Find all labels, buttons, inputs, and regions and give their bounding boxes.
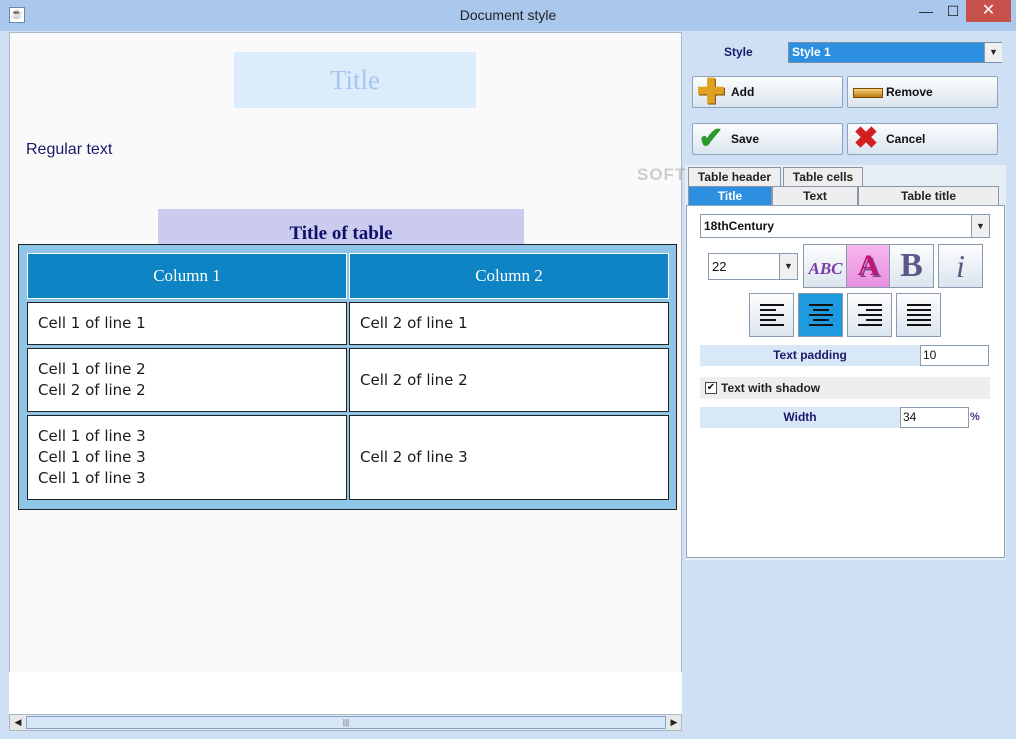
add-button-label: Add (731, 85, 755, 99)
align-center-button[interactable] (798, 293, 843, 337)
tab-text[interactable]: Text (772, 186, 858, 206)
cell-line: Cell 1 of line 2 (38, 360, 146, 378)
cell-line: Cell 1 of line 3 (38, 448, 146, 466)
preview-regular-text: Regular text (26, 141, 113, 158)
style-dropdown-value: Style 1 (792, 45, 831, 59)
tab-table-header[interactable]: Table header (688, 167, 781, 187)
font-family-dropdown[interactable]: 18thCentury ▼ (700, 214, 990, 238)
scroll-right-arrow-icon[interactable]: ▶ (666, 715, 682, 730)
add-button[interactable]: ✚ Add (692, 73, 843, 111)
font-family-value: 18thCentury (704, 219, 775, 233)
align-left-icon (760, 304, 784, 326)
font-size-value: 22 (712, 259, 727, 274)
preview-table-title: Title of table (158, 209, 524, 245)
table-cell: Cell 1 of line 3 Cell 1 of line 3 Cell 1… (27, 415, 347, 500)
cell-line: Cell 1 of line 3 (38, 469, 146, 487)
cell-line: Cell 2 of line 2 (360, 370, 468, 389)
save-button-label: Save (731, 132, 760, 146)
preview-table: Column 1 Column 2 Cell 1 of line 1 Cell … (18, 244, 677, 510)
table-cell: Cell 1 of line 1 (27, 302, 347, 345)
width-unit: % (970, 411, 980, 423)
small-caps-button[interactable]: ABC (803, 244, 848, 288)
chevron-down-icon[interactable]: ▼ (779, 254, 797, 279)
small-caps-icon: ABC (808, 259, 843, 278)
chevron-down-icon[interactable]: ▼ (984, 43, 1002, 62)
cross-icon: ✖ (853, 122, 879, 155)
italic-button[interactable]: i (938, 244, 983, 288)
preview-bottom-area (9, 672, 682, 714)
table-cell: Cell 2 of line 3 (349, 415, 669, 500)
align-right-icon (858, 304, 882, 326)
close-button[interactable]: ✕ (966, 0, 1011, 22)
cancel-button[interactable]: ✖ Cancel (847, 123, 998, 155)
maximize-button[interactable]: ☐ (940, 0, 966, 22)
width-label: Width (700, 407, 900, 428)
text-shadow-label: Text with shadow (721, 381, 821, 395)
horizontal-scrollbar[interactable]: ◀ ||| ▶ (9, 714, 682, 731)
tab-table-title[interactable]: Table title (858, 186, 999, 206)
table-cell: Cell 2 of line 1 (349, 302, 669, 345)
align-justify-icon (907, 304, 931, 326)
tab-title[interactable]: Title (688, 186, 772, 206)
minus-icon (850, 77, 883, 107)
style-label: Style (724, 45, 753, 59)
scroll-thumb[interactable]: ||| (26, 716, 666, 729)
remove-button[interactable]: Remove (847, 76, 998, 108)
checkmark-icon: ✔ (698, 122, 724, 155)
table-header-cell: Column 2 (349, 253, 669, 299)
align-left-button[interactable] (749, 293, 794, 337)
watermark: SOFT (637, 165, 687, 184)
chevron-down-icon[interactable]: ▼ (971, 215, 989, 237)
cell-line: Cell 1 of line 3 (38, 427, 146, 445)
preview-title: Title (234, 52, 476, 108)
text-shadow-row[interactable]: ✔ Text with shadow (700, 377, 990, 399)
italic-icon: i (956, 248, 965, 284)
scroll-left-arrow-icon[interactable]: ◀ (10, 715, 26, 730)
width-input[interactable]: 34 (900, 407, 969, 428)
cancel-button-label: Cancel (886, 132, 926, 146)
align-right-button[interactable] (847, 293, 892, 337)
table-cell: Cell 1 of line 2 Cell 2 of line 2 (27, 348, 347, 412)
table-cell: Cell 2 of line 2 (349, 348, 669, 412)
preview-pane: Title Regular text Title of table Column… (9, 32, 682, 714)
plus-icon: ✚ (696, 73, 726, 111)
text-shadow-checkbox[interactable]: ✔ (705, 382, 717, 394)
font-size-dropdown[interactable]: 22 ▼ (708, 253, 798, 280)
cell-line: Cell 1 of line 1 (38, 314, 146, 332)
save-button[interactable]: ✔ Save (692, 123, 843, 155)
tab-table-cells[interactable]: Table cells (783, 167, 863, 187)
java-cup-icon: ☕ (9, 7, 25, 23)
bold-button[interactable]: B (889, 244, 934, 288)
text-padding-input[interactable]: 10 (920, 345, 989, 366)
align-justify-button[interactable] (896, 293, 941, 337)
style-dropdown[interactable]: Style 1 ▼ (788, 42, 1002, 63)
minimize-button[interactable]: — (912, 0, 940, 22)
align-center-icon (809, 304, 833, 326)
cell-line: Cell 2 of line 1 (360, 314, 468, 332)
text-padding-label: Text padding (700, 345, 920, 366)
shadow-text-button[interactable]: A (846, 244, 891, 288)
window-title: Document style (459, 7, 557, 23)
remove-button-label: Remove (886, 85, 933, 99)
cell-line: Cell 2 of line 3 (360, 448, 468, 466)
shadow-text-icon: A (857, 249, 880, 282)
table-header-cell: Column 1 (27, 253, 347, 299)
cell-line: Cell 2 of line 2 (38, 381, 146, 399)
bold-icon: B (900, 247, 923, 284)
